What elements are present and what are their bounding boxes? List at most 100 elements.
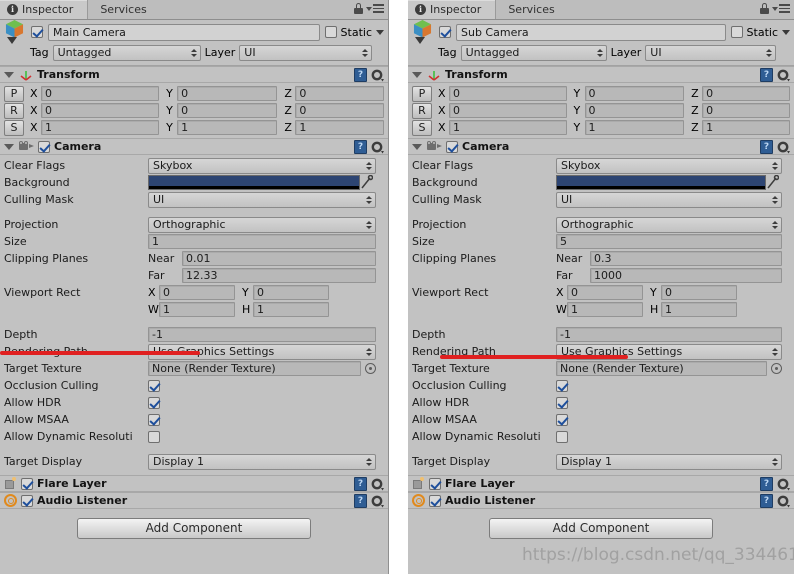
rot-x-field[interactable]: 0 (41, 103, 160, 118)
allow-hdr-checkbox[interactable] (556, 396, 568, 409)
hamburger-menu-icon[interactable] (772, 4, 790, 13)
camera-enabled-checkbox[interactable] (446, 140, 458, 153)
static-dropdown-icon[interactable] (782, 29, 790, 35)
rotation-button[interactable]: R (412, 102, 432, 119)
static-checkbox[interactable] (730, 26, 743, 38)
help-icon[interactable]: ? (760, 68, 773, 82)
gameobject-enabled-checkbox[interactable] (439, 26, 451, 38)
occlusion-culling-checkbox[interactable] (556, 379, 568, 392)
help-icon[interactable]: ? (354, 140, 367, 154)
viewport-y-field[interactable]: 0 (661, 285, 737, 300)
hamburger-menu-icon[interactable] (366, 4, 384, 13)
gear-icon[interactable] (777, 495, 790, 508)
lock-icon[interactable] (760, 3, 769, 14)
position-button[interactable]: P (4, 85, 24, 102)
component-header-transform[interactable]: Transform ? (0, 66, 388, 83)
gameobject-enabled-checkbox[interactable] (31, 26, 43, 38)
object-picker-icon[interactable] (771, 363, 782, 374)
size-field[interactable]: 5 (556, 234, 782, 249)
foldout-camera-icon[interactable] (412, 143, 422, 150)
rot-x-field[interactable]: 0 (449, 103, 567, 118)
layer-dropdown[interactable]: UI (645, 44, 777, 61)
allow-dynamic-resolution-checkbox[interactable] (556, 430, 568, 443)
gear-icon[interactable] (371, 495, 384, 508)
component-header-flare-layer[interactable]: Flare Layer ? (0, 475, 388, 492)
pos-z-field[interactable]: 0 (295, 86, 384, 101)
position-button[interactable]: P (412, 85, 432, 102)
component-header-transform[interactable]: Transform ? (408, 66, 794, 83)
tab-inspector[interactable]: i Inspector (0, 0, 89, 19)
near-field[interactable]: 0.01 (182, 251, 376, 266)
target-display-dropdown[interactable]: Display 1 (556, 453, 782, 470)
help-icon[interactable]: ? (354, 68, 367, 82)
lock-icon[interactable] (354, 3, 363, 14)
tab-services[interactable]: Services (496, 0, 568, 19)
pos-z-field[interactable]: 0 (702, 86, 791, 101)
depth-field[interactable]: -1 (556, 327, 782, 342)
culling-mask-dropdown[interactable]: UI (556, 191, 782, 208)
rotation-button[interactable]: R (4, 102, 24, 119)
flare-layer-enabled-checkbox[interactable] (429, 477, 441, 490)
static-dropdown-icon[interactable] (376, 29, 384, 35)
viewport-w-field[interactable]: 1 (159, 302, 235, 317)
target-texture-field[interactable]: None (Render Texture) (148, 361, 361, 376)
gameobject-name-field[interactable]: Sub Camera (456, 23, 726, 41)
eyedropper-icon[interactable] (766, 174, 780, 190)
pos-y-field[interactable]: 0 (177, 86, 278, 101)
culling-mask-dropdown[interactable]: UI (148, 191, 376, 208)
gear-icon[interactable] (777, 141, 790, 154)
scl-y-field[interactable]: 1 (584, 120, 685, 135)
gameobject-name-field[interactable]: Main Camera (48, 23, 320, 41)
allow-dynamic-resolution-checkbox[interactable] (148, 430, 160, 443)
gear-icon[interactable] (777, 478, 790, 491)
projection-dropdown[interactable]: Orthographic (556, 216, 782, 233)
help-icon[interactable]: ? (354, 477, 367, 491)
object-picker-icon[interactable] (365, 363, 376, 374)
help-icon[interactable]: ? (760, 140, 773, 154)
static-checkbox[interactable] (324, 26, 337, 38)
rot-z-field[interactable]: 0 (702, 103, 791, 118)
clear-flags-dropdown[interactable]: Skybox (556, 157, 782, 174)
far-field[interactable]: 1000 (590, 268, 782, 283)
foldout-camera-icon[interactable] (4, 143, 14, 150)
eyedropper-icon[interactable] (360, 174, 374, 190)
projection-dropdown[interactable]: Orthographic (148, 216, 376, 233)
viewport-x-field[interactable]: 0 (567, 285, 643, 300)
background-color-swatch[interactable] (148, 175, 360, 190)
pos-y-field[interactable]: 0 (584, 86, 685, 101)
component-header-audio-listener[interactable]: Audio Listener ? (408, 492, 794, 509)
foldout-transform-icon[interactable] (4, 71, 14, 78)
help-icon[interactable]: ? (354, 494, 367, 508)
component-header-camera[interactable]: Camera ? (0, 138, 388, 155)
allow-hdr-checkbox[interactable] (148, 396, 160, 409)
rot-z-field[interactable]: 0 (295, 103, 384, 118)
tab-inspector[interactable]: i Inspector (408, 0, 497, 19)
allow-msaa-checkbox[interactable] (556, 413, 568, 426)
component-header-flare-layer[interactable]: Flare Layer ? (408, 475, 794, 492)
tag-dropdown[interactable]: Untagged (52, 44, 201, 61)
gear-icon[interactable] (371, 478, 384, 491)
tab-services[interactable]: Services (88, 0, 160, 19)
scale-button[interactable]: S (4, 119, 24, 136)
pos-x-field[interactable]: 0 (449, 86, 567, 101)
layer-dropdown[interactable]: UI (239, 44, 373, 61)
gear-icon[interactable] (777, 69, 790, 82)
viewport-h-field[interactable]: 1 (253, 302, 329, 317)
clear-flags-dropdown[interactable]: Skybox (148, 157, 376, 174)
rot-y-field[interactable]: 0 (177, 103, 278, 118)
gear-icon[interactable] (371, 69, 384, 82)
target-texture-field[interactable]: None (Render Texture) (556, 361, 767, 376)
scale-button[interactable]: S (412, 119, 432, 136)
rot-y-field[interactable]: 0 (584, 103, 685, 118)
pos-x-field[interactable]: 0 (41, 86, 160, 101)
camera-enabled-checkbox[interactable] (38, 140, 50, 153)
scl-x-field[interactable]: 1 (41, 120, 160, 135)
static-toggle-group[interactable]: Static (324, 26, 384, 39)
flare-layer-enabled-checkbox[interactable] (21, 477, 33, 490)
viewport-x-field[interactable]: 0 (159, 285, 235, 300)
viewport-y-field[interactable]: 0 (253, 285, 329, 300)
static-toggle-group[interactable]: Static (730, 26, 790, 39)
audio-listener-enabled-checkbox[interactable] (21, 494, 33, 507)
help-icon[interactable]: ? (760, 477, 773, 491)
component-header-camera[interactable]: Camera ? (408, 138, 794, 155)
